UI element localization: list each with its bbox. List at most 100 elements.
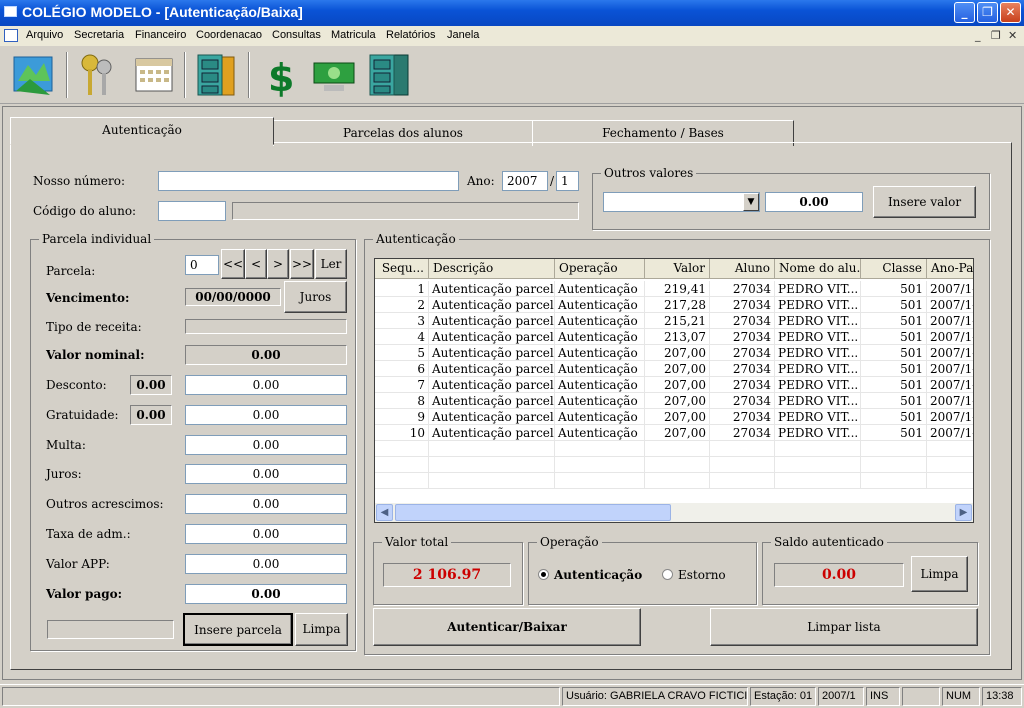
juros-input[interactable]: 0.00 bbox=[185, 464, 347, 484]
table-cell[interactable]: 27034 bbox=[710, 329, 775, 345]
table-cell[interactable]: 2007/1- bbox=[927, 297, 973, 313]
table-cell[interactable] bbox=[775, 457, 861, 473]
table-cell[interactable] bbox=[555, 473, 645, 489]
table-cell[interactable]: Autenticação bbox=[555, 361, 645, 377]
table-cell[interactable]: 207,00 bbox=[645, 345, 710, 361]
table-cell[interactable]: 207,00 bbox=[645, 425, 710, 441]
ler-button[interactable]: Ler bbox=[315, 249, 347, 279]
valor-pago-input[interactable]: 0.00 bbox=[185, 584, 347, 604]
table-cell[interactable]: 207,00 bbox=[645, 409, 710, 425]
col-nome-aluno-header[interactable]: Nome do alu... bbox=[775, 259, 861, 279]
table-cell[interactable] bbox=[555, 441, 645, 457]
table-cell[interactable]: 9 bbox=[375, 409, 429, 425]
table-cell[interactable]: PEDRO VIT... bbox=[775, 281, 861, 297]
table-cell[interactable]: 501 bbox=[861, 361, 927, 377]
table-cell[interactable]: PEDRO VIT... bbox=[775, 313, 861, 329]
table-cell[interactable]: 217,28 bbox=[645, 297, 710, 313]
ano-input[interactable]: 2007 bbox=[502, 171, 548, 191]
multa-input[interactable]: 0.00 bbox=[185, 435, 347, 455]
table-cell[interactable]: Autenticação parcela bbox=[429, 313, 555, 329]
outros-valor-input[interactable]: 0.00 bbox=[765, 192, 863, 212]
table-cell[interactable]: PEDRO VIT... bbox=[775, 377, 861, 393]
table-cell[interactable]: 27034 bbox=[710, 409, 775, 425]
table-cell[interactable]: 27034 bbox=[710, 313, 775, 329]
table-cell[interactable]: Autenticação bbox=[555, 345, 645, 361]
file-cabinet-open-icon[interactable] bbox=[362, 49, 414, 101]
table-cell[interactable] bbox=[927, 441, 973, 457]
table-cell[interactable]: 2007/1- bbox=[927, 313, 973, 329]
mdi-child-icon[interactable] bbox=[4, 29, 18, 42]
table-cell[interactable] bbox=[555, 457, 645, 473]
last-button[interactable]: >> bbox=[290, 249, 314, 279]
menu-financeiro[interactable]: Financeiro bbox=[135, 29, 186, 41]
table-cell[interactable]: Autenticação bbox=[555, 409, 645, 425]
col-valor-header[interactable]: Valor bbox=[645, 259, 710, 279]
table-cell[interactable]: 501 bbox=[861, 297, 927, 313]
table-cell[interactable] bbox=[710, 457, 775, 473]
next-button[interactable]: > bbox=[267, 249, 289, 279]
table-cell[interactable]: 207,00 bbox=[645, 377, 710, 393]
table-cell[interactable]: 2007/1- bbox=[927, 361, 973, 377]
table-cell[interactable]: 27034 bbox=[710, 393, 775, 409]
table-cell[interactable]: 501 bbox=[861, 377, 927, 393]
valor-app-input[interactable]: 0.00 bbox=[185, 554, 347, 574]
table-cell[interactable]: 1 bbox=[375, 281, 429, 297]
table-cell[interactable] bbox=[927, 473, 973, 489]
table-cell[interactable]: 3 bbox=[375, 313, 429, 329]
table-cell[interactable]: Autenticação bbox=[555, 281, 645, 297]
dollar-icon[interactable]: $ bbox=[254, 49, 306, 101]
table-cell[interactable]: 2007/1- bbox=[927, 377, 973, 393]
limpa-parcela-button[interactable]: Limpa bbox=[295, 613, 348, 646]
table-cell[interactable]: 2007/1- bbox=[927, 281, 973, 297]
table-cell[interactable]: Autenticação parcela bbox=[429, 281, 555, 297]
table-cell[interactable]: 501 bbox=[861, 345, 927, 361]
menu-relatorios[interactable]: Relatórios bbox=[386, 29, 436, 41]
table-cell[interactable]: 215,21 bbox=[645, 313, 710, 329]
table-cell[interactable]: Autenticação parcela bbox=[429, 393, 555, 409]
table-cell[interactable] bbox=[861, 473, 927, 489]
col-ano-periodo-header[interactable]: Ano-Pa bbox=[927, 259, 973, 279]
table-cell[interactable]: Autenticação bbox=[555, 313, 645, 329]
table-cell[interactable]: 2007/1- bbox=[927, 425, 973, 441]
table-cell[interactable]: 27034 bbox=[710, 377, 775, 393]
table-cell[interactable]: Autenticação bbox=[555, 425, 645, 441]
table-cell[interactable] bbox=[775, 441, 861, 457]
nosso-numero-input[interactable] bbox=[158, 171, 459, 191]
money-bill-icon[interactable] bbox=[308, 49, 360, 101]
table-cell[interactable]: PEDRO VIT... bbox=[775, 345, 861, 361]
col-aluno-header[interactable]: Aluno bbox=[710, 259, 775, 279]
mdi-minimize-icon[interactable]: _ bbox=[975, 29, 981, 42]
menu-janela[interactable]: Janela bbox=[447, 29, 479, 41]
table-cell[interactable]: 27034 bbox=[710, 425, 775, 441]
table-cell[interactable]: 4 bbox=[375, 329, 429, 345]
table-cell[interactable]: PEDRO VIT... bbox=[775, 425, 861, 441]
table-cell[interactable]: Autenticação bbox=[555, 297, 645, 313]
table-cell[interactable] bbox=[645, 441, 710, 457]
menu-matricula[interactable]: Matricula bbox=[331, 29, 376, 41]
outros-acrescimos-input[interactable]: 0.00 bbox=[185, 494, 347, 514]
table-cell[interactable]: 2007/1- bbox=[927, 345, 973, 361]
table-cell[interactable]: 27034 bbox=[710, 281, 775, 297]
col-sequencia-header[interactable]: Sequ... bbox=[375, 259, 429, 279]
prev-button[interactable]: < bbox=[245, 249, 267, 279]
restore-button[interactable]: ❐ bbox=[977, 2, 998, 23]
table-cell[interactable]: 27034 bbox=[710, 345, 775, 361]
table-cell[interactable]: 5 bbox=[375, 345, 429, 361]
minimize-button[interactable]: _ bbox=[954, 2, 975, 23]
table-cell[interactable] bbox=[710, 473, 775, 489]
table-cell[interactable]: 207,00 bbox=[645, 361, 710, 377]
table-cell[interactable]: Autenticação parcela bbox=[429, 345, 555, 361]
radio-autenticacao-label[interactable]: Autenticação bbox=[554, 568, 642, 582]
table-cell[interactable]: 501 bbox=[861, 425, 927, 441]
table-cell[interactable] bbox=[645, 457, 710, 473]
file-cabinet-icon[interactable] bbox=[190, 49, 242, 101]
autenticacao-table[interactable]: Sequ... Descrição Operação Valor Aluno Nome d… bbox=[374, 258, 974, 523]
scroll-left-icon[interactable]: ◀ bbox=[376, 504, 393, 521]
table-cell[interactable]: 2007/1- bbox=[927, 393, 973, 409]
table-cell[interactable]: 501 bbox=[861, 329, 927, 345]
table-cell[interactable]: 27034 bbox=[710, 297, 775, 313]
table-cell[interactable]: 501 bbox=[861, 281, 927, 297]
table-cell[interactable] bbox=[429, 473, 555, 489]
table-cell[interactable] bbox=[775, 473, 861, 489]
menu-secretaria[interactable]: Secretaria bbox=[74, 29, 124, 41]
